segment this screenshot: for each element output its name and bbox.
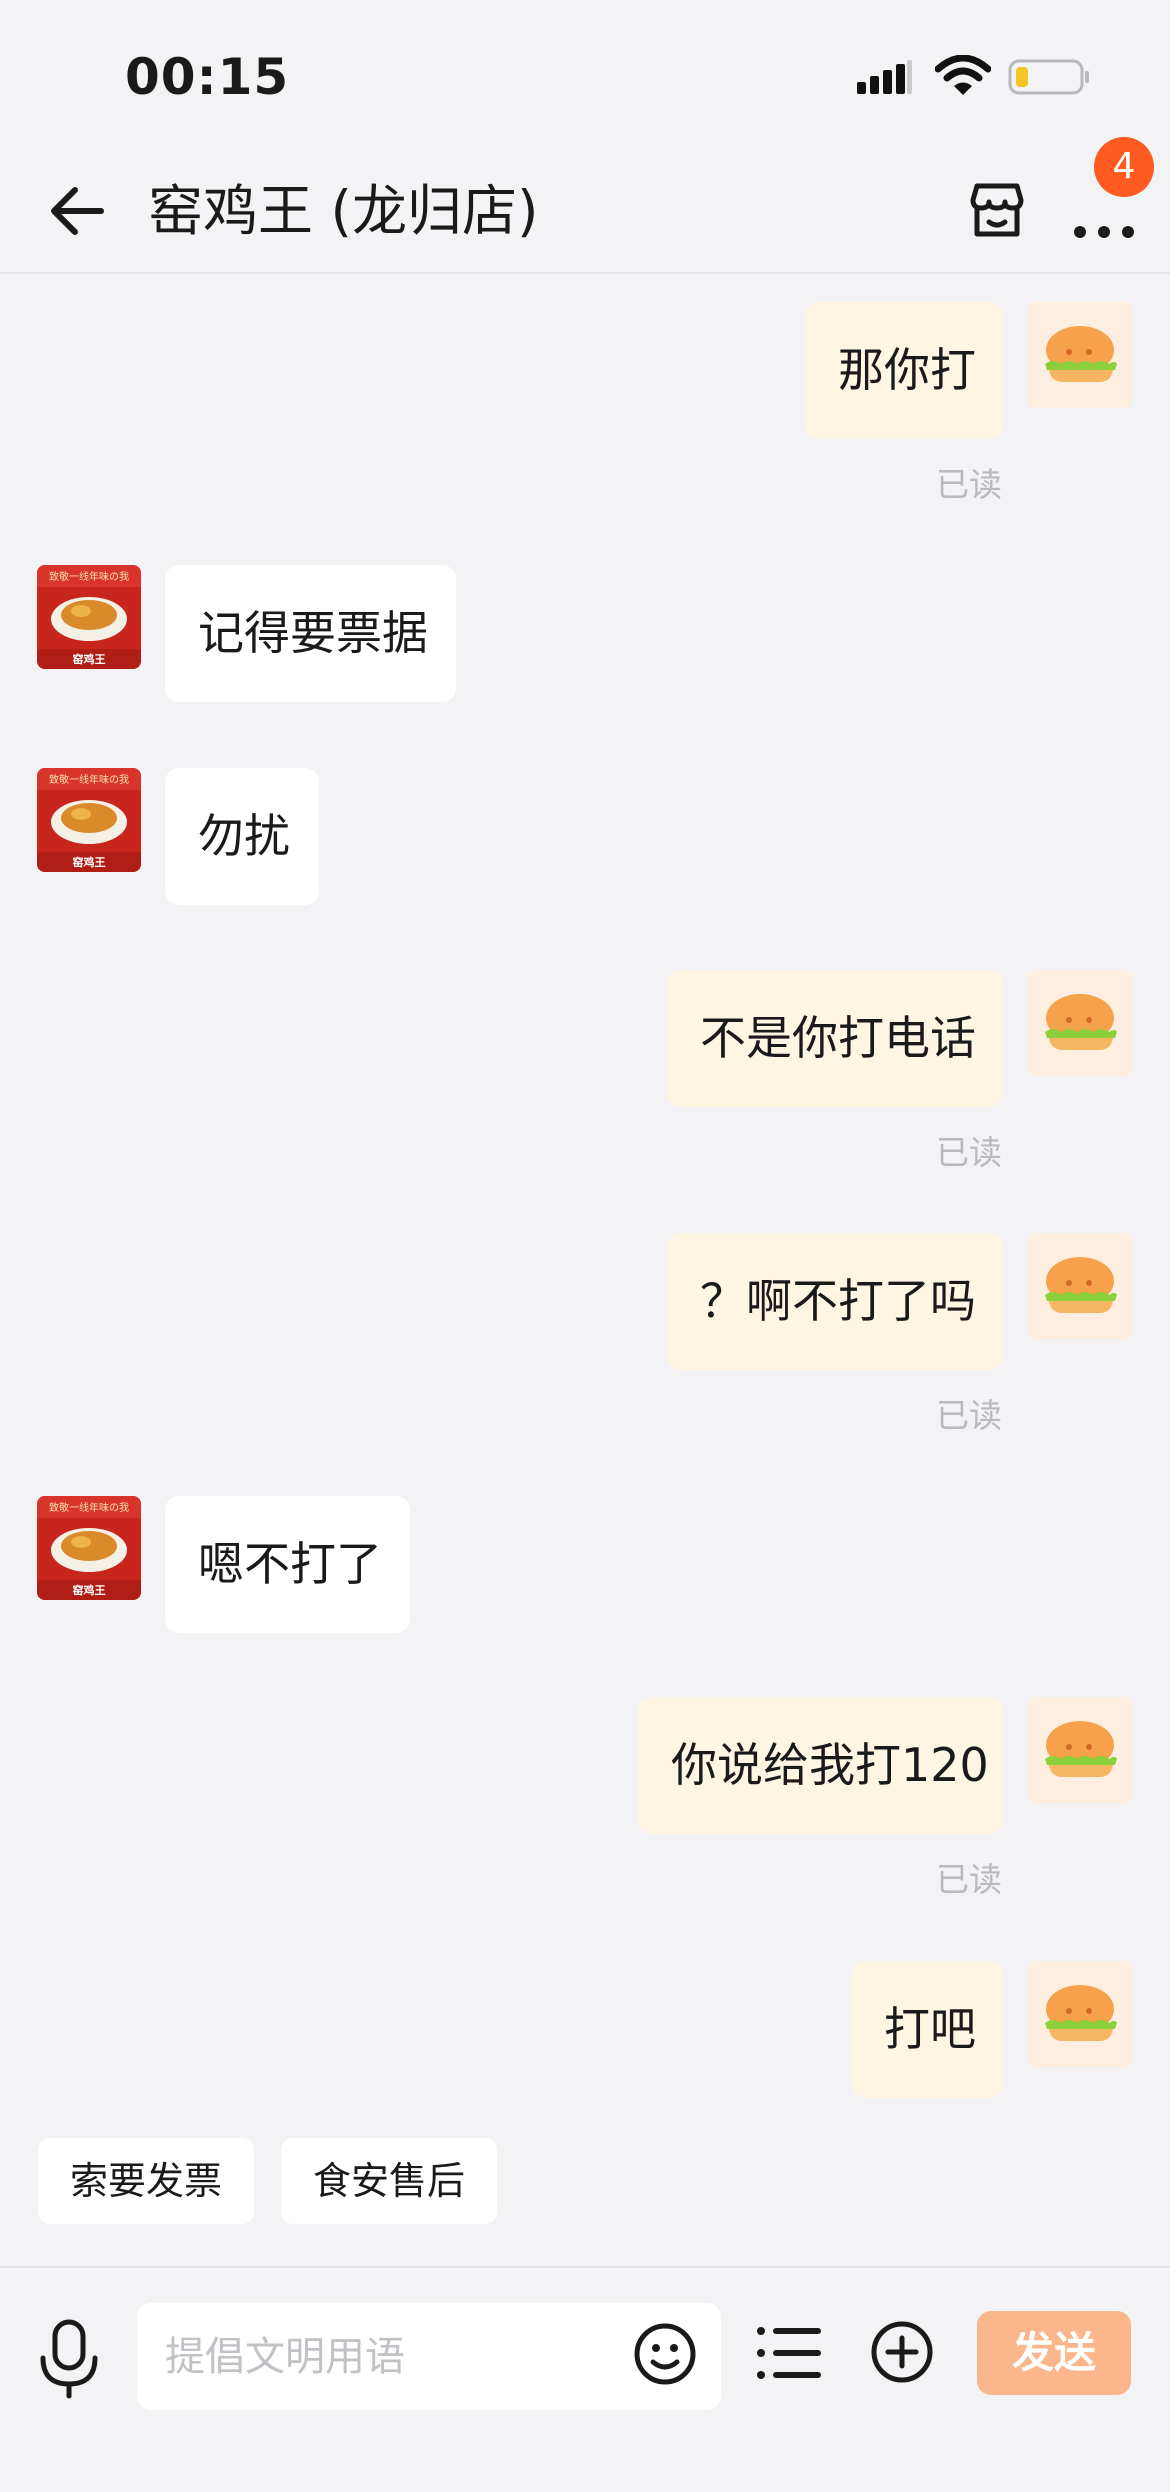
avatar-banner-text: 致敬一线年味の我 [49,773,129,786]
back-arrow-icon[interactable] [45,178,111,244]
user-avatar[interactable] [1027,970,1133,1076]
plus-icon[interactable] [870,2320,934,2384]
avatar-banner-text: 致敬一线年味の我 [49,1501,129,1514]
roast-chicken-icon: 致敬一线年味の我 窑鸡王 [37,1496,141,1600]
status-bar: 00:15 [0,0,1170,150]
user-avatar[interactable] [1027,1961,1133,2067]
shop-avatar[interactable]: 致敬一线年味の我 窑鸡王 [37,565,141,669]
notification-badge: 4 [1094,137,1154,197]
burger-icon [1027,1961,1133,2067]
roast-chicken-icon: 致敬一线年味の我 窑鸡王 [37,565,141,669]
burger-icon [1027,1233,1133,1339]
page-title: 窑鸡王 (龙归店) [148,179,539,243]
signal-icon [857,60,912,94]
burger-icon [1027,302,1133,408]
battery-icon [1008,59,1089,95]
read-status: 已读 [936,1396,1002,1435]
user-avatar[interactable] [1027,1233,1133,1339]
input-bar: 发送 [0,2266,1170,2492]
message-bubble[interactable]: ？啊不打了吗 [667,1233,1003,1370]
burger-icon [1027,1697,1133,1803]
status-time: 00:15 [125,48,290,106]
read-status: 已读 [936,465,1002,504]
user-avatar[interactable] [1027,302,1133,408]
emoji-icon[interactable] [633,2322,697,2386]
quick-reply-invoice[interactable]: 索要发票 [38,2138,255,2224]
message-bubble[interactable]: 那你打 [805,302,1003,439]
wifi-icon [935,55,991,95]
read-status: 已读 [936,1133,1002,1172]
read-status: 已读 [936,1860,1002,1899]
message-bubble[interactable]: 不是你打电话 [667,970,1003,1107]
quick-reply-food-safety[interactable]: 食安售后 [281,2138,498,2224]
shop-avatar[interactable]: 致敬一线年味の我 窑鸡王 [37,768,141,872]
avatar-brand-text: 窑鸡王 [73,855,106,869]
chat-header: 窑鸡王 (龙归店) [0,150,1170,274]
microphone-icon[interactable] [38,2318,100,2400]
message-bubble[interactable]: 打吧 [851,1961,1003,2098]
avatar-brand-text: 窑鸡王 [73,652,106,666]
burger-icon [1027,970,1133,1076]
list-icon[interactable] [755,2323,823,2383]
message-bubble[interactable]: 你说给我打120 [638,1697,1003,1834]
avatar-brand-text: 窑鸡王 [73,1583,106,1597]
message-bubble[interactable]: 勿扰 [165,768,319,905]
send-button[interactable]: 发送 [977,2311,1131,2395]
message-bubble[interactable]: 记得要票据 [165,565,456,702]
roast-chicken-icon: 致敬一线年味の我 窑鸡王 [37,768,141,872]
avatar-banner-text: 致敬一线年味の我 [49,570,129,583]
user-avatar[interactable] [1027,1697,1133,1803]
shop-avatar[interactable]: 致敬一线年味の我 窑鸡王 [37,1496,141,1600]
message-bubble[interactable]: 嗯不打了 [165,1496,410,1633]
store-icon[interactable] [963,176,1031,244]
